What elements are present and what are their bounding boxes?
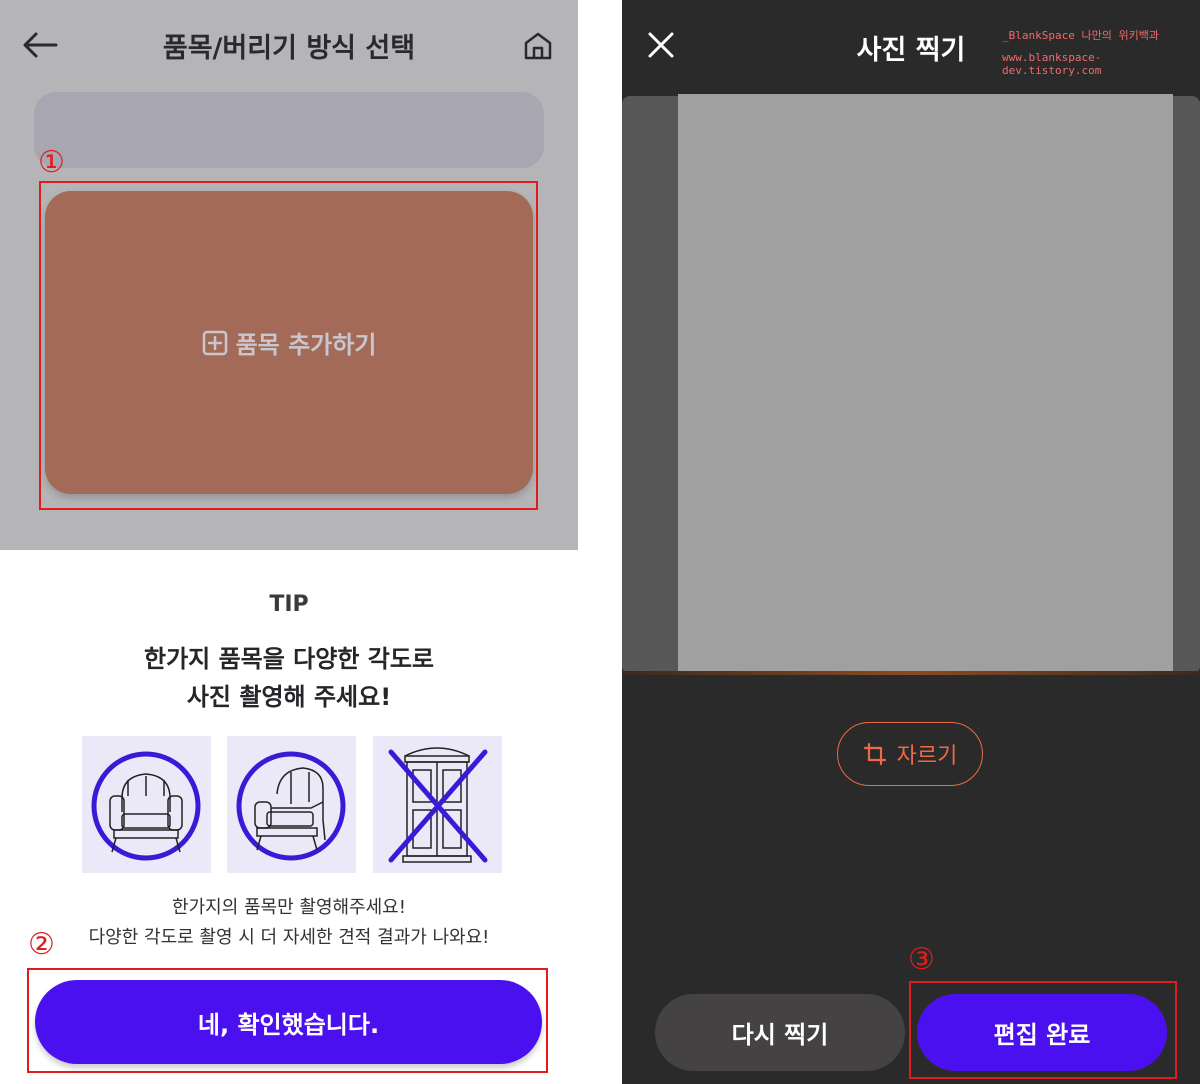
tip-description: 한가지의 품목만 촬영해주세요! 다양한 각도로 촬영 시 더 자세한 견적 결…: [0, 893, 578, 953]
left-screen: 품목/버리기 방식 선택 품목 추가하기 TIP 한가지 품목을 다양한 각도로…: [0, 0, 578, 1084]
page-title: 품목/버리기 방식 선택: [162, 33, 416, 64]
tip-desc-line1: 한가지의 품목만 촬영해주세요!: [172, 897, 406, 918]
annotation-highlight-box-1: [39, 181, 538, 510]
wardrobe-crossed-icon: [388, 747, 488, 863]
armchair-angle-icon: [236, 751, 346, 861]
tip-headline-line2: 사진 촬영해 주세요!: [186, 683, 392, 711]
crop-icon: [863, 742, 886, 766]
watermark-line1: _BlankSpace 나만의 위키백과: [1002, 29, 1159, 42]
tip-headline-line1: 한가지 품목을 다양한 각도로: [143, 645, 435, 673]
annotation-highlight-box-2: [27, 968, 548, 1073]
tip-headline: 한가지 품목을 다양한 각도로 사진 촬영해 주세요!: [0, 640, 578, 716]
example-tile-correct: [227, 736, 356, 873]
placeholder-bar: [34, 92, 544, 168]
tip-label: TIP: [269, 592, 309, 617]
annotation-badge-2: ②: [28, 927, 55, 962]
screenshot-stage: 품목/버리기 방식 선택 품목 추가하기 TIP 한가지 품목을 다양한 각도로…: [0, 0, 1200, 1084]
crop-label: 자르기: [896, 744, 958, 769]
right-screen: 사진 찍기 _BlankSpace 나만의 위키백과 www.blankspac…: [622, 0, 1200, 1084]
annotation-badge-1: ①: [38, 145, 65, 180]
annotation-badge-3: ③: [908, 942, 935, 977]
watermark-line2: www.blankspace-dev.tistory.com: [1002, 51, 1102, 77]
retake-button[interactable]: 다시 찍기: [655, 994, 905, 1071]
photo-crop-area[interactable]: [678, 94, 1173, 671]
example-tile-correct: [82, 736, 211, 873]
crop-button[interactable]: 자르기: [837, 722, 983, 786]
tip-desc-line2: 다양한 각도로 촬영 시 더 자세한 견적 결과가 나와요!: [88, 927, 490, 948]
armchair-front-icon: [91, 751, 201, 861]
photo-bottom-edge: [622, 671, 1200, 675]
annotation-highlight-box-3: [909, 981, 1177, 1079]
home-icon[interactable]: [522, 30, 554, 62]
example-tile-incorrect: [373, 736, 502, 873]
